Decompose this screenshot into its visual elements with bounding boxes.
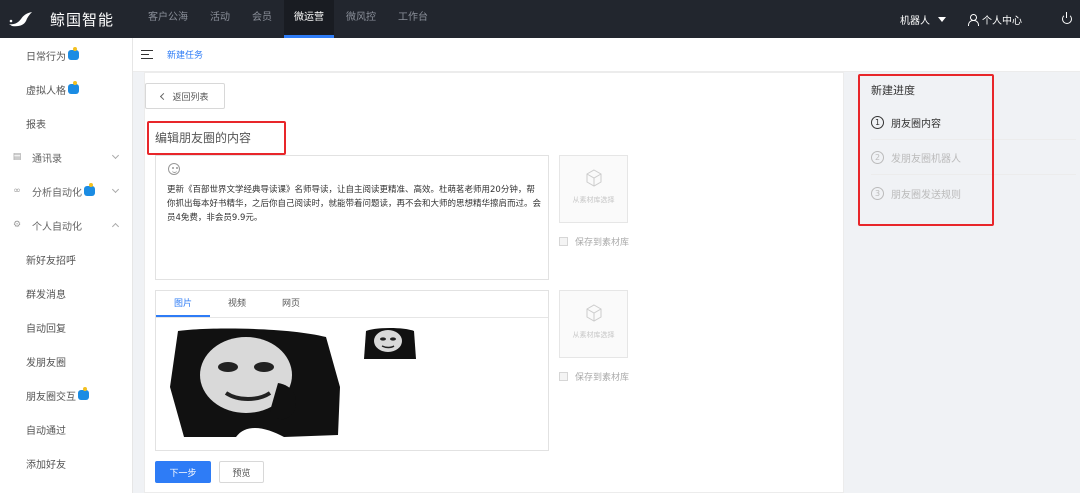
sidebar-item-auto-reply[interactable]: 自动回复: [0, 310, 132, 344]
text-library-picker[interactable]: 从素材库选择: [559, 155, 628, 223]
sidebar-item-new-friend-greeting[interactable]: 新好友招呼: [0, 242, 132, 276]
nav-item-customer-pool[interactable]: 客户公海: [138, 0, 198, 38]
brand-logo[interactable]: 鲸国智能: [8, 7, 114, 31]
meme-image: [166, 327, 342, 440]
sidebar-item-label: 添加好友: [26, 459, 66, 471]
user-center-label: 个人中心: [982, 15, 1022, 27]
image-thumbnail[interactable]: [364, 327, 416, 361]
chevron-down-icon: [111, 151, 120, 160]
sidebar-item-daily-behavior[interactable]: 日常行为: [0, 38, 132, 72]
tab-images[interactable]: 图片: [156, 291, 210, 317]
analytics-icon: ∞: [13, 186, 21, 196]
cube-icon: [585, 169, 603, 187]
task-editor-panel: 返回列表 编辑朋友圈的内容 更新《百部世界文学经典导读课》名师导读，让自主阅读更…: [144, 72, 844, 493]
media-tabs: 图片 视频 网页: [156, 291, 548, 318]
preview-button[interactable]: 预览: [219, 461, 264, 483]
sidebar-group-label: 通讯录: [32, 153, 62, 165]
meme-image: [364, 327, 416, 361]
chevron-up-icon: [111, 222, 120, 231]
main-nav: 客户公海 活动 会员 微运营 微风控 工作台: [138, 0, 440, 38]
moments-text-editor[interactable]: 更新《百部世界文学经典导读课》名师导读，让自主阅读更精准、高效。杜萌茗老师用20…: [155, 155, 549, 280]
breadcrumb-current: 新建任务: [167, 51, 204, 61]
user-center-link[interactable]: 个人中心: [968, 12, 1022, 27]
next-step-button[interactable]: 下一步: [155, 461, 211, 483]
media-library-picker[interactable]: 从素材库选择: [559, 290, 628, 358]
checkbox-icon: [559, 237, 568, 246]
back-to-list-button[interactable]: 返回列表: [145, 83, 225, 109]
caret-down-icon: [938, 16, 946, 22]
sidebar-item-label: 日常行为: [26, 51, 66, 63]
sidebar-item-virtual-persona[interactable]: 虚拟人格: [0, 72, 132, 106]
library-picker-label: 从素材库选择: [572, 331, 615, 339]
whale-icon: [9, 12, 32, 27]
nav-item-activity[interactable]: 活动: [200, 0, 240, 38]
sidebar-item-moments-interaction[interactable]: 朋友圈交互: [0, 378, 132, 412]
sidebar-group-label: 分析自动化: [32, 187, 82, 199]
sidebar: 日常行为 虚拟人格 报表 ▤ 通讯录 ∞ 分析自动化 ⚙ 个人自动化 新好友招呼…: [0, 38, 133, 493]
save-to-library-label: 保存到素材库: [575, 238, 630, 248]
nav-item-member[interactable]: 会员: [242, 0, 282, 38]
sidebar-item-label: 虚拟人格: [26, 85, 66, 97]
tab-webpage[interactable]: 网页: [264, 291, 318, 317]
image-thumbnail[interactable]: [166, 327, 342, 440]
sidebar-item-auto-accept[interactable]: 自动通过: [0, 412, 132, 446]
sidebar-group-analytics-automation[interactable]: ∞ 分析自动化: [0, 174, 132, 208]
checkbox-icon: [559, 372, 568, 381]
sidebar-group-contacts[interactable]: ▤ 通讯录: [0, 140, 132, 174]
nav-item-micro-risk-control[interactable]: 微风控: [336, 0, 386, 38]
sidebar-item-label: 朋友圈交互: [26, 391, 76, 403]
settings-icon: ⚙: [12, 220, 22, 230]
emoji-icon[interactable]: [168, 163, 180, 175]
sidebar-item-label: 报表: [26, 119, 46, 131]
robot-badge-icon: [78, 387, 89, 400]
robot-dropdown[interactable]: 机器人: [900, 12, 946, 27]
top-right-tools: 机器人 个人中心: [900, 0, 1080, 38]
chevron-left-icon: [160, 92, 168, 100]
robot-dropdown-label: 机器人: [900, 15, 930, 27]
contacts-icon: ▤: [12, 152, 22, 162]
media-attachment-panel: 图片 视频 网页: [155, 290, 549, 451]
robot-badge-icon: [84, 183, 95, 196]
sidebar-item-mass-message[interactable]: 群发消息: [0, 276, 132, 310]
sidebar-item-label: 自动通过: [26, 425, 66, 437]
robot-badge-icon: [68, 81, 79, 94]
nav-item-micro-operation[interactable]: 微运营: [284, 0, 334, 38]
save-text-to-library-checkbox[interactable]: 保存到素材库: [559, 235, 629, 248]
sidebar-item-add-friend[interactable]: 添加好友: [0, 446, 132, 480]
sidebar-item-post-moments[interactable]: 发朋友圈: [0, 344, 132, 378]
breadcrumb: 新建任务: [133, 38, 1080, 72]
brand-name: 鲸国智能: [50, 10, 115, 29]
save-to-library-label: 保存到素材库: [575, 373, 630, 383]
tab-video[interactable]: 视频: [210, 291, 264, 317]
creation-progress-panel: 新建进度 1 朋友圈内容 2 发朋友圈机器人 3 朋友圈发送规则: [858, 72, 1080, 232]
sidebar-item-label: 发朋友圈: [26, 357, 66, 369]
sidebar-item-label: 新好友招呼: [26, 255, 76, 267]
save-media-to-library-checkbox[interactable]: 保存到素材库: [559, 370, 629, 383]
editor-text[interactable]: 更新《百部世界文学经典导读课》名师导读，让自主阅读更精准、高效。杜萌茗老师用20…: [167, 183, 541, 225]
power-icon[interactable]: [1062, 12, 1072, 24]
library-picker-label: 从素材库选择: [572, 196, 615, 204]
cube-icon: [585, 304, 603, 322]
sidebar-item-label: 自动回复: [26, 323, 66, 335]
chevron-down-icon: [111, 185, 120, 194]
top-navbar: 鲸国智能 客户公海 活动 会员 微运营 微风控 工作台 机器人 个人中心: [0, 0, 1080, 38]
sidebar-item-label: 群发消息: [26, 289, 66, 301]
sidebar-item-reports[interactable]: 报表: [0, 106, 132, 140]
highlight-frame-title: [147, 121, 286, 155]
nav-item-workbench[interactable]: 工作台: [388, 0, 438, 38]
sidebar-group-personal-automation[interactable]: ⚙ 个人自动化: [0, 208, 132, 242]
back-to-list-label: 返回列表: [172, 92, 209, 103]
robot-badge-icon: [68, 47, 79, 60]
highlight-frame-progress: [858, 74, 994, 226]
menu-toggle-icon[interactable]: [141, 49, 153, 60]
sidebar-group-label: 个人自动化: [32, 221, 82, 233]
user-icon: [968, 13, 979, 26]
